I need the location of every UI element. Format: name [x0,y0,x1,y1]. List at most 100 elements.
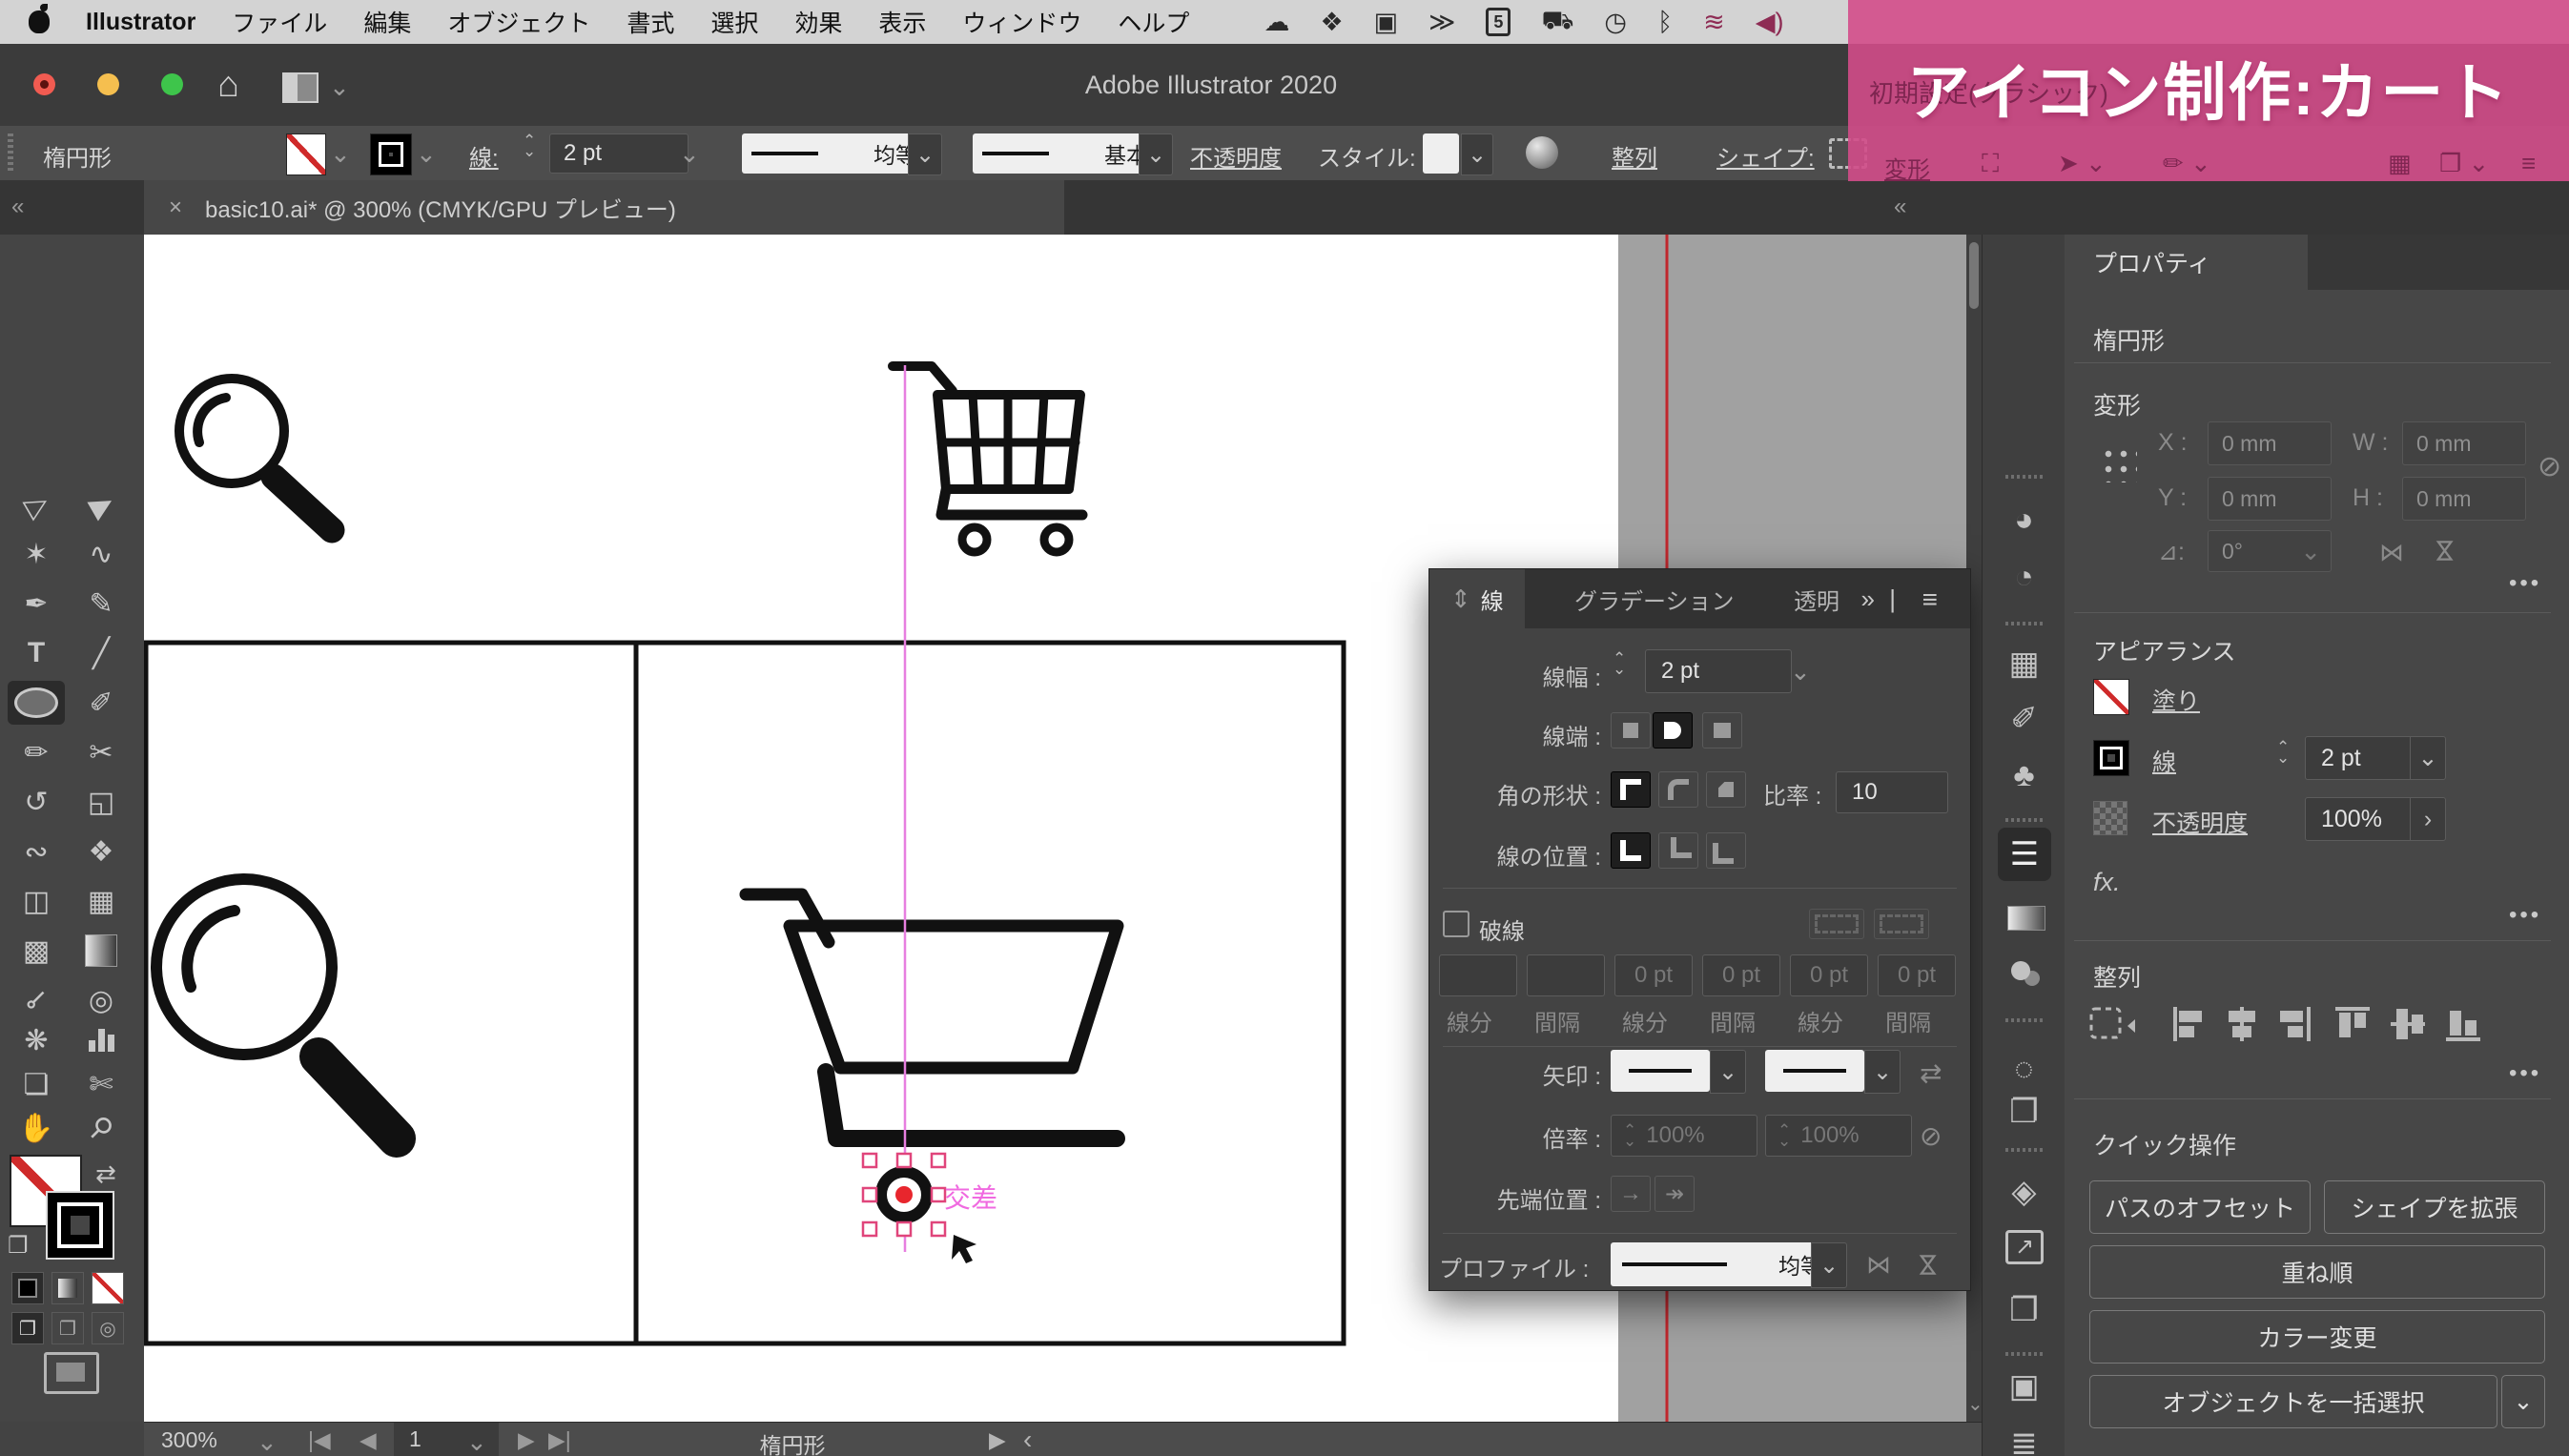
panel-menu-icon[interactable]: ≡ [1922,584,1938,615]
line-segment-tool[interactable]: ╱ [72,631,130,675]
type-tool[interactable]: T [8,631,65,675]
arrange-documents-chevron-icon[interactable]: ⌄ [329,72,350,102]
first-artboard-icon[interactable]: |◀ [308,1427,331,1453]
swatches-panel-icon[interactable]: ▦ [1983,645,2065,683]
symbols-panel-icon[interactable]: ♣ [1983,757,2065,794]
align-inside-button[interactable] [1658,832,1698,869]
fast-forward-icon[interactable]: ≫ [1428,8,1455,37]
stroke-color-swatch[interactable] [370,133,412,175]
next-artboard-icon[interactable]: ▶ [518,1427,535,1453]
menu-window[interactable]: ウィンドウ [962,5,1081,39]
tab-transparency[interactable]: 透明 [1773,569,1860,628]
menu-select[interactable]: 選択 [710,5,758,39]
tab-gradient[interactable]: グラデーション [1553,569,1756,628]
color-panel-icon[interactable]: ◕ [1983,502,2065,539]
curvature-tool[interactable]: ✎ [72,582,130,625]
appearance-fill-swatch[interactable] [2093,679,2129,715]
column-graph-tool[interactable] [72,1018,130,1062]
panel-collapse-icon[interactable]: » [1861,584,1875,614]
lasso-tool[interactable]: ∿ [72,532,130,576]
pencil-tool[interactable]: ✏ [8,730,65,774]
stroke-width-stepper[interactable]: ⌃⌄ [2276,742,2290,763]
align-buttons[interactable] [2089,1003,2538,1045]
width-tool[interactable]: ∾ [8,830,65,873]
shape-builder-tool[interactable]: ◫ [8,879,65,923]
fill-color-swatch[interactable] [286,133,326,175]
profile-dropdown[interactable]: 均等 [1611,1242,1834,1286]
gradient-mode-button[interactable] [51,1272,84,1304]
perspective-grid-tool[interactable]: ▦ [72,879,130,923]
wifi-icon[interactable]: ≋ [1703,8,1725,37]
miter-limit-field[interactable]: 10 [1836,771,1948,813]
menu-help[interactable]: ヘルプ [1118,5,1189,39]
constrain-link-icon[interactable]: ⊘ [2538,450,2561,483]
width-profile-chevron-icon[interactable]: ⌄ [908,133,942,175]
scale-tool[interactable]: ◱ [72,780,130,824]
close-tab-icon[interactable]: × [169,195,182,221]
appearance-panel-icon[interactable]: ◌ [1983,1051,2065,1088]
arrange-button[interactable]: 重ね順 [2089,1245,2545,1299]
dock-grip[interactable] [2005,818,2044,822]
selection-tool[interactable]: ▷ [1,471,72,538]
align-outside-button[interactable] [1706,832,1746,869]
time-machine-icon[interactable]: ◷ [1604,8,1627,37]
fx-label[interactable]: fx. [2093,868,2121,897]
appearance-fill-label[interactable]: 塗り [2152,683,2200,717]
symbol-sprayer-tool[interactable]: ❋ [8,1018,65,1062]
bluetooth-icon[interactable]: ᛒ [1657,8,1673,37]
arrow-end-dropdown[interactable] [1765,1050,1864,1092]
weight-field[interactable]: 2 pt [1645,649,1792,693]
draw-inside-button[interactable]: ◎ [92,1312,124,1344]
dock-grip[interactable] [2005,622,2044,625]
appearance-opacity-label[interactable]: 不透明度 [2152,805,2248,839]
none-mode-button[interactable] [92,1272,124,1304]
close-window-button[interactable] [33,73,55,95]
join-miter-button[interactable] [1611,771,1651,808]
home-icon[interactable]: ⌂ [217,65,239,106]
minimize-window-button[interactable] [97,73,119,95]
magic-wand-tool[interactable]: ✶ [8,532,65,576]
document-tab[interactable]: × basic10.ai* @ 300% (CMYK/GPU プレビュー) [144,180,1064,235]
hand-tool[interactable]: ✋ [8,1106,65,1150]
style-chevron-icon[interactable]: ⌄ [1461,133,1493,175]
clipboard-icon[interactable]: 5 [1486,8,1511,36]
brush-chevron-icon[interactable]: ⌄ [1139,133,1173,175]
collapse-toolbar-icon[interactable]: « [11,194,24,220]
collapse-dock-icon[interactable]: « [1894,194,1906,220]
status-bracket-icon[interactable]: ‹ [1023,1425,1032,1455]
opacity-field[interactable]: 100% [2305,797,2427,841]
arrow-swap-icon[interactable]: ⇄ [1920,1057,1942,1089]
swap-fill-stroke-icon[interactable]: ⇄ [95,1159,116,1189]
scissors-tool[interactable]: ✂ [72,730,130,774]
ellipse-tool[interactable] [8,681,65,725]
opacity-more-icon[interactable]: › [2410,797,2446,841]
flip-horizontal-icon[interactable]: ⋈ [2379,538,2404,567]
fill-color-chevron-icon[interactable]: ⌄ [330,139,351,169]
offset-path-button[interactable]: パスのオフセット [2089,1180,2311,1234]
menu-object[interactable]: オブジェクト [447,5,590,39]
gradient-panel-icon[interactable] [2007,906,2045,931]
recolor-button[interactable]: カラー変更 [2089,1310,2545,1364]
align-center-button[interactable] [1611,832,1651,869]
zoom-chevron-icon[interactable]: ⌄ [257,1427,277,1456]
join-bevel-button[interactable] [1706,771,1746,808]
artboard-chevron-icon[interactable]: ⌄ [466,1427,487,1456]
align-link[interactable]: 整列 [1612,139,1657,173]
menu-illustrator[interactable]: Illustrator [86,9,195,36]
align-panel-icon[interactable]: ≣ [1983,1425,2065,1456]
appearance-more-icon[interactable]: ••• [2509,902,2541,929]
expand-shape-button[interactable]: シェイプを拡張 [2324,1180,2545,1234]
appearance-stroke-swatch[interactable] [2093,740,2129,776]
color-guide-panel-icon[interactable]: ◔ [1983,559,2065,596]
artboards-panel-icon[interactable]: ↗ [2005,1230,2044,1264]
arrow-start-chevron-icon[interactable]: ⌄ [1710,1050,1746,1094]
zoom-level[interactable]: 300% [161,1427,217,1453]
default-fill-stroke-icon[interactable]: ❐ [8,1232,29,1260]
stroke-width-field[interactable]: 2 pt [549,133,688,174]
tab-properties[interactable]: プロパティ [2065,235,2308,290]
menu-edit[interactable]: 編集 [363,5,411,39]
artboard-tool[interactable]: ❏ [8,1062,65,1106]
cap-butt-button[interactable] [1611,712,1651,749]
dock-grip[interactable] [2005,1148,2044,1152]
menu-view[interactable]: 表示 [878,5,926,39]
